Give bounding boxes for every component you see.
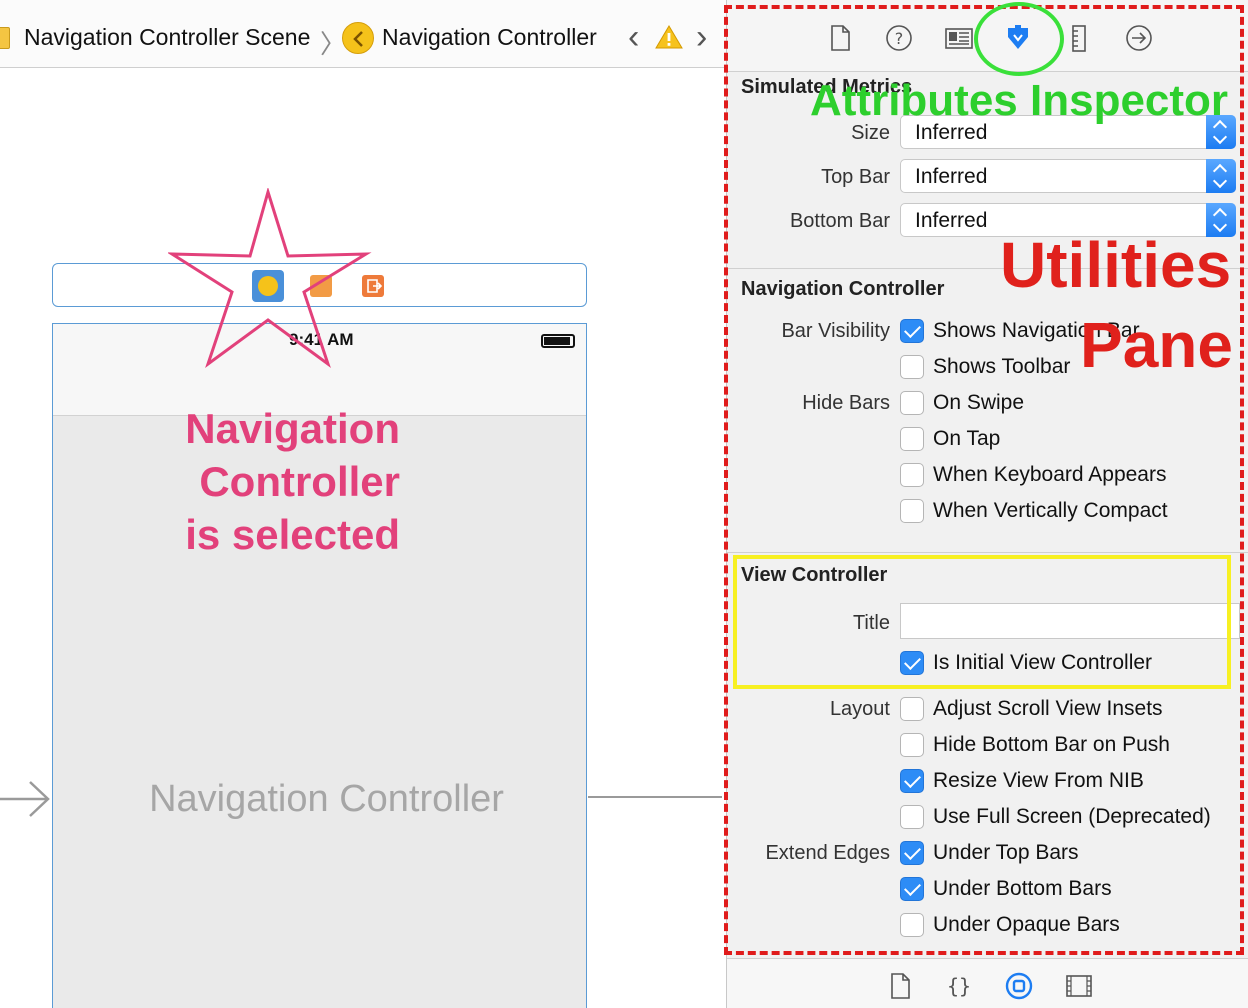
navigation-controller-icon bbox=[342, 22, 374, 54]
utilities-annotation: Utilities bbox=[1000, 229, 1232, 301]
forward-chevron-icon[interactable]: › bbox=[696, 18, 707, 57]
pane-annotation: Pane bbox=[1080, 309, 1233, 381]
attributes-tab-highlight bbox=[974, 2, 1064, 76]
utilities-pane-highlight bbox=[724, 5, 1244, 955]
relationship-segue[interactable] bbox=[588, 796, 722, 798]
initial-entry-arrow-icon[interactable] bbox=[0, 780, 52, 820]
media-library-icon[interactable] bbox=[1064, 971, 1094, 1001]
battery-icon bbox=[541, 334, 575, 348]
view-controller-section-highlight bbox=[733, 555, 1231, 689]
attributes-inspector-annotation: Attributes Inspector bbox=[810, 76, 1229, 125]
selection-annotation: Navigation Controller is selected bbox=[140, 402, 400, 561]
file-template-icon[interactable] bbox=[885, 971, 915, 1001]
storyboard-scene-icon bbox=[0, 27, 10, 49]
jump-bar: Navigation Controller Scene 〉 Navigation… bbox=[0, 0, 726, 68]
warning-icon[interactable] bbox=[655, 24, 683, 50]
selection-annotation-line1: Navigation bbox=[185, 405, 400, 452]
selection-annotation-line3: is selected bbox=[185, 511, 400, 558]
xcode-window: Navigation Controller Scene 〉 Navigation… bbox=[0, 0, 1248, 1008]
back-chevron-icon[interactable]: ‹ bbox=[628, 18, 639, 57]
breadcrumb-controller[interactable]: Navigation Controller bbox=[382, 24, 597, 51]
breadcrumb-scene[interactable]: Navigation Controller Scene bbox=[24, 24, 310, 51]
object-library-icon[interactable] bbox=[1004, 971, 1034, 1001]
svg-text:{}: {} bbox=[947, 974, 971, 998]
code-snippet-icon[interactable]: {} bbox=[944, 971, 974, 1001]
star-annotation-icon bbox=[168, 188, 372, 368]
scene-title: Navigation Controller bbox=[149, 778, 504, 820]
library-tabs: {} bbox=[727, 958, 1248, 1008]
selection-annotation-line2: Controller bbox=[199, 458, 400, 505]
